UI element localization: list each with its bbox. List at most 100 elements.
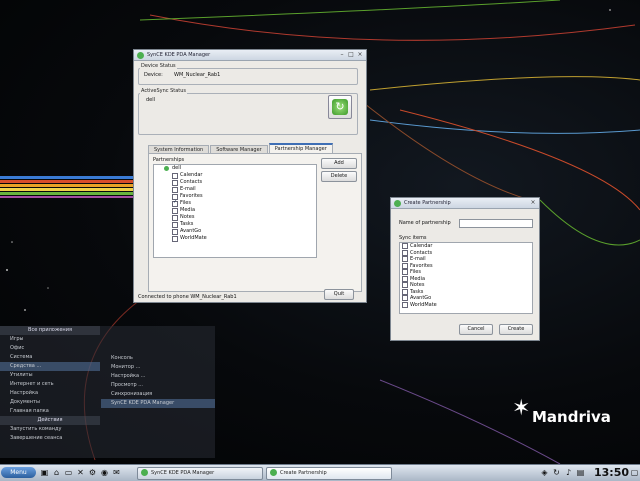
- checkbox[interactable]: [402, 243, 408, 250]
- minimize-icon[interactable]: –: [339, 52, 345, 58]
- menu-item[interactable]: Завершение сеанса: [0, 434, 100, 443]
- tree-item-notes[interactable]: Notes: [154, 214, 316, 221]
- checkbox[interactable]: [402, 275, 408, 282]
- menu-submenu: Консоль Монитор ... Настройка ... Просмо…: [101, 354, 215, 428]
- taskbar: Menu ▣ ⌂ ▭ ✕ ⚙ ◉ ✉ SynCE KDE PDA Manager…: [0, 464, 640, 481]
- tree-item-email[interactable]: E-mail: [154, 186, 316, 193]
- tree-item-calendar[interactable]: Calendar: [154, 172, 316, 179]
- checkbox[interactable]: [402, 295, 408, 302]
- name-of-partnership-label: Name of partnership: [399, 220, 451, 226]
- checkbox[interactable]: [172, 179, 178, 186]
- submenu-item-selected[interactable]: SynCE KDE PDA Manager: [101, 399, 215, 408]
- checkbox[interactable]: [402, 269, 408, 276]
- checkbox[interactable]: [402, 282, 408, 289]
- maximize-icon[interactable]: □: [348, 52, 354, 58]
- partnerships-label: Partnerships: [153, 157, 185, 163]
- checkbox[interactable]: [172, 207, 178, 214]
- mail-icon[interactable]: ✉: [112, 468, 121, 477]
- checkbox[interactable]: [402, 262, 408, 269]
- device-value: WM_Nuclear_Rab1: [174, 72, 221, 78]
- checkbox[interactable]: [172, 186, 178, 193]
- close-icon[interactable]: ×: [530, 200, 536, 206]
- menu-header: Все приложения: [0, 326, 100, 335]
- add-button[interactable]: Add: [321, 158, 357, 169]
- checkbox[interactable]: [402, 288, 408, 295]
- tree-item-files[interactable]: Files: [154, 199, 316, 207]
- tree-item-contacts[interactable]: Contacts: [154, 179, 316, 186]
- browser-icon[interactable]: ◉: [100, 468, 109, 477]
- task-pda-manager[interactable]: SynCE KDE PDA Manager: [137, 467, 263, 480]
- quit-button[interactable]: Quit: [324, 289, 354, 300]
- device-status-label: Device Status: [140, 63, 177, 69]
- status-text: Connected to phone WM_Nuclear_Rab1: [138, 294, 237, 300]
- checkbox[interactable]: [172, 221, 178, 228]
- task-create-partnership[interactable]: Create Partnership: [266, 467, 392, 480]
- partnerships-tree[interactable]: dell Calendar Contacts E-mail Favorites …: [153, 164, 317, 258]
- activesync-status-label: ActiveSync Status: [140, 88, 188, 94]
- menu-item-selected[interactable]: Средства ...: [0, 362, 100, 371]
- volume-tray-icon[interactable]: ♪: [564, 468, 573, 477]
- sync-app-icon: [141, 469, 148, 476]
- menu-item[interactable]: Настройка: [0, 389, 100, 398]
- window-title: SynCE KDE PDA Manager: [147, 52, 211, 58]
- sync-button[interactable]: ↻: [328, 95, 352, 119]
- checkbox[interactable]: [402, 249, 408, 256]
- checkbox[interactable]: [172, 172, 178, 179]
- checkbox[interactable]: [402, 301, 408, 308]
- tools-icon[interactable]: ✕: [76, 468, 85, 477]
- sync-app-icon: [270, 469, 277, 476]
- partnership-tab-panel: Partnerships dell Calendar Contacts E-ma…: [148, 153, 362, 292]
- submenu-item[interactable]: Настройка ...: [101, 372, 215, 381]
- title-bar[interactable]: SynCE KDE PDA Manager – □ ×: [134, 50, 366, 61]
- activesync-status-group: [138, 93, 358, 135]
- device-label: Device:: [144, 72, 163, 78]
- settings-icon[interactable]: ⚙: [88, 468, 97, 477]
- terminal-icon[interactable]: ▣: [40, 468, 49, 477]
- checkbox[interactable]: [172, 214, 178, 221]
- home-folder-icon[interactable]: ⌂: [52, 468, 61, 477]
- menu-item[interactable]: Запустить команду: [0, 425, 100, 434]
- desktop-icon[interactable]: ▭: [64, 468, 73, 477]
- network-tray-icon[interactable]: ◈: [540, 468, 549, 477]
- submenu-item[interactable]: Синхронизация: [101, 390, 215, 399]
- menu-item[interactable]: Игры: [0, 335, 100, 344]
- partnership-name-input[interactable]: [459, 219, 533, 228]
- dialog-title-bar[interactable]: Create Partnership ×: [391, 198, 539, 209]
- submenu-item[interactable]: Монитор ...: [101, 363, 215, 372]
- submenu-item[interactable]: Консоль: [101, 354, 215, 363]
- dialog-title: Create Partnership: [404, 200, 451, 206]
- checkbox[interactable]: [172, 235, 178, 242]
- delete-button[interactable]: Delete: [321, 171, 357, 182]
- tree-item-tasks[interactable]: Tasks: [154, 221, 316, 228]
- checkbox[interactable]: [402, 256, 408, 263]
- checkbox-checked[interactable]: [172, 199, 178, 207]
- tree-item-media[interactable]: Media: [154, 207, 316, 214]
- sync-item-worldmate[interactable]: WorldMate: [400, 302, 532, 309]
- sync-app-icon: [394, 199, 401, 207]
- create-button[interactable]: Create: [499, 324, 533, 335]
- checkbox[interactable]: [172, 228, 178, 235]
- menu-item[interactable]: Утилиты: [0, 371, 100, 380]
- menu-item[interactable]: Документы: [0, 398, 100, 407]
- star-icon: ✶: [512, 396, 531, 421]
- device-status-group: [138, 68, 358, 85]
- sync-icon: ↻: [332, 99, 348, 115]
- sync-items-list[interactable]: Calendar Contacts E-mail Favorites Files…: [399, 242, 533, 314]
- clock[interactable]: 13:50: [594, 466, 629, 479]
- tree-item-avantgo[interactable]: AvantGo: [154, 228, 316, 235]
- sync-app-icon: [137, 51, 144, 59]
- menu-item[interactable]: Интернет и сеть: [0, 380, 100, 389]
- show-desktop-icon[interactable]: ▢: [630, 468, 639, 477]
- cancel-button[interactable]: Cancel: [459, 324, 493, 335]
- clipboard-tray-icon[interactable]: ▤: [576, 468, 585, 477]
- close-icon[interactable]: ×: [357, 52, 363, 58]
- menu-item[interactable]: Система: [0, 353, 100, 362]
- submenu-item[interactable]: Просмотр ...: [101, 381, 215, 390]
- start-menu-button[interactable]: Menu: [1, 467, 36, 478]
- tree-item-worldmate[interactable]: WorldMate: [154, 235, 316, 242]
- menu-item[interactable]: Офис: [0, 344, 100, 353]
- partnership-node[interactable]: dell: [154, 165, 316, 172]
- menu-item[interactable]: Главная папка: [0, 407, 100, 416]
- sync-tray-icon[interactable]: ↻: [552, 468, 561, 477]
- tree-item-favorites[interactable]: Favorites: [154, 193, 316, 200]
